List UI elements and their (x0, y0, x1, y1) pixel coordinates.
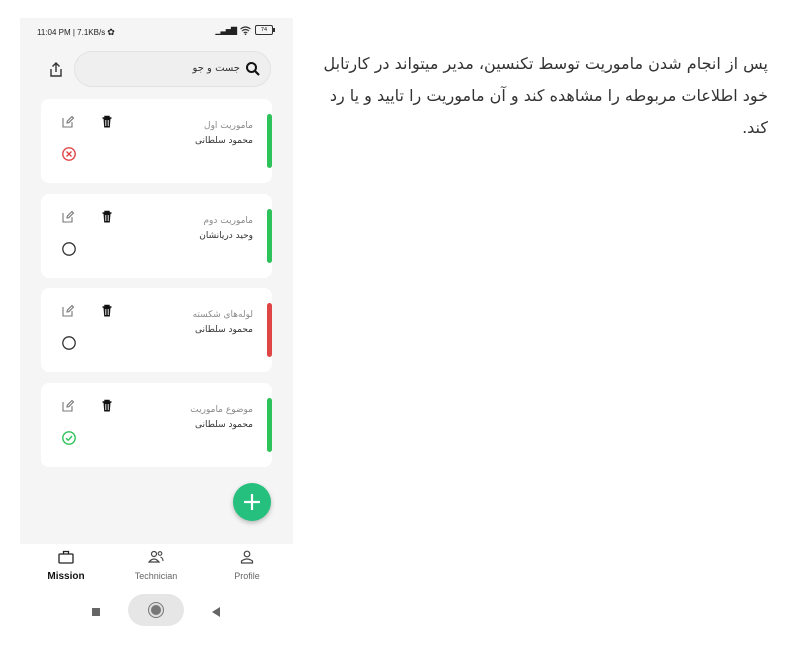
system-navigation (20, 592, 293, 630)
status-bar-indicator (267, 114, 272, 168)
delete-icon[interactable] (100, 115, 114, 129)
share-button[interactable] (46, 60, 66, 80)
add-mission-button[interactable] (233, 483, 271, 521)
bottom-navigation: Mission Technician Profile (20, 544, 293, 592)
status-icons: ▁▃▅▇ 74 (215, 25, 275, 35)
delete-icon[interactable] (100, 304, 114, 318)
nav-label: Profile (234, 571, 260, 581)
mission-title: ماموریت اول (204, 121, 253, 131)
signal-icon: ▁▃▅▇ (215, 25, 237, 35)
nav-label: Technician (134, 571, 178, 581)
mission-title: موضوع ماموریت (190, 405, 253, 415)
edit-icon[interactable] (61, 304, 75, 318)
delete-icon[interactable] (100, 210, 114, 224)
share-icon (50, 62, 62, 77)
edit-icon[interactable] (61, 115, 75, 129)
status-time: 11:04 PM | 7.1KB/s ✿ (37, 27, 115, 38)
back-button[interactable] (212, 607, 220, 617)
mission-title: لوله‌های شکسته (192, 310, 253, 320)
status-time-text: 11:04 PM | 7.1KB/s (37, 28, 106, 37)
person-icon (240, 550, 254, 564)
pending-circle-icon[interactable] (61, 335, 77, 351)
mission-assignee: وحید دریانشان (199, 231, 253, 241)
nav-label: Mission (47, 571, 85, 582)
approved-check-icon[interactable] (61, 430, 77, 446)
mission-card[interactable]: ماموریت دوم وحید دریانشان (41, 194, 272, 278)
mission-card[interactable]: موضوع ماموریت محمود سلطانی (41, 383, 272, 467)
nav-mission[interactable]: Mission (26, 544, 106, 592)
rejected-icon[interactable] (61, 146, 77, 162)
mission-assignee: محمود سلطانی (194, 136, 253, 146)
mission-assignee: محمود سلطانی (194, 420, 253, 430)
search-icon (246, 62, 260, 76)
pending-circle-icon[interactable] (61, 241, 77, 257)
mission-title: ماموریت دوم (203, 216, 253, 226)
recent-apps-button[interactable] (92, 608, 100, 616)
battery-icon: 74 (255, 25, 275, 35)
gear-icon: ✿ (107, 27, 115, 37)
edit-icon[interactable] (61, 210, 75, 224)
status-bar-indicator (267, 303, 272, 357)
users-icon (148, 550, 164, 563)
home-circle-icon (148, 602, 164, 618)
search-input[interactable]: جست و جو (74, 51, 271, 87)
description-text: پس از انجام شدن ماموریت توسط تکنسین، مدی… (323, 54, 769, 137)
mission-card[interactable]: ماموریت اول محمود سلطانی (41, 99, 272, 183)
briefcase-icon (58, 550, 74, 564)
status-bar-indicator (267, 398, 272, 452)
edit-icon[interactable] (61, 399, 75, 413)
nav-profile[interactable]: Profile (207, 544, 287, 592)
mission-assignee: محمود سلطانی (194, 325, 253, 335)
phone-screen: 11:04 PM | 7.1KB/s ✿ ▁▃▅▇ 74 جست و جو مام… (20, 18, 293, 630)
status-bar-indicator (267, 209, 272, 263)
search-placeholder: جست و جو (192, 63, 240, 74)
delete-icon[interactable] (100, 399, 114, 413)
plus-icon (244, 494, 260, 510)
mission-card[interactable]: لوله‌های شکسته محمود سلطانی (41, 288, 272, 372)
home-button[interactable] (128, 594, 184, 626)
nav-technician[interactable]: Technician (116, 544, 196, 592)
wifi-icon (240, 25, 251, 35)
status-bar: 11:04 PM | 7.1KB/s ✿ ▁▃▅▇ 74 (20, 18, 293, 46)
